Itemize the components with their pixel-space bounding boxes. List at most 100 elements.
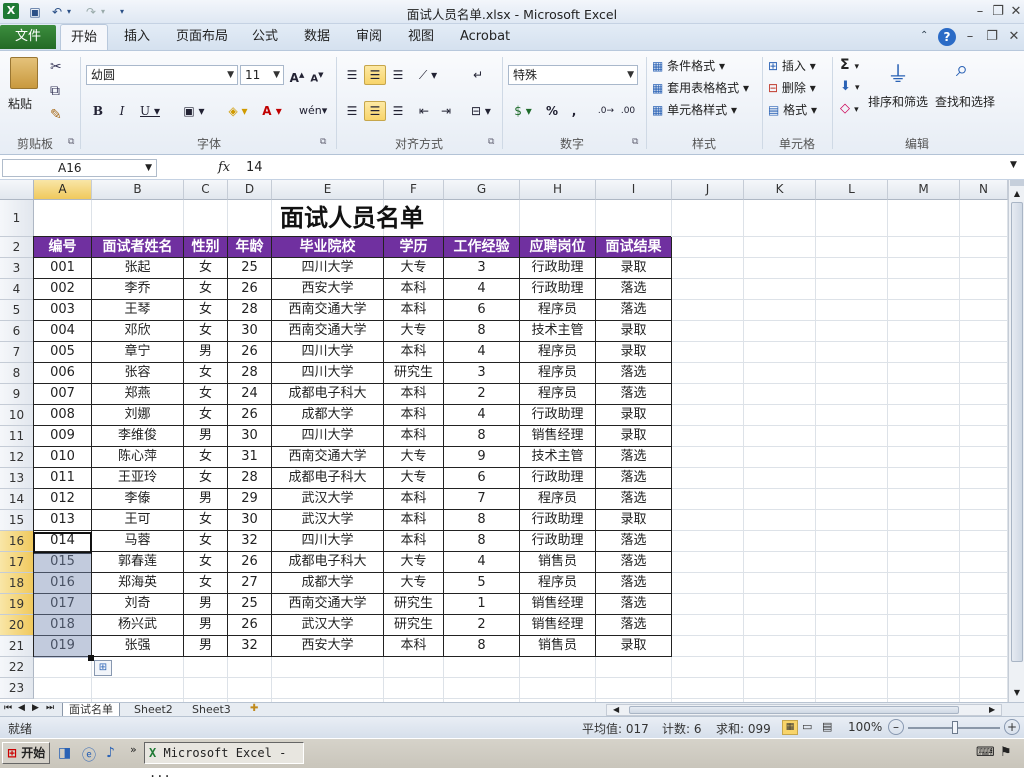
column-header-M[interactable]: M: [888, 180, 960, 200]
doc-close-icon[interactable]: ✕: [1004, 28, 1024, 46]
table-cell[interactable]: 销售员: [520, 552, 596, 573]
row-header-4[interactable]: 4: [0, 279, 34, 300]
table-cell[interactable]: 落选: [596, 615, 672, 636]
table-header-cell[interactable]: 年龄: [228, 237, 272, 258]
merge-center-button[interactable]: ⊟ ▾: [466, 101, 496, 121]
table-cell[interactable]: 李傣: [92, 489, 184, 510]
accounting-format-button[interactable]: $ ▾: [508, 101, 538, 121]
fill-color-button[interactable]: ◈ ▾: [222, 101, 254, 121]
column-header-F[interactable]: F: [384, 180, 444, 200]
column-header-D[interactable]: D: [228, 180, 272, 200]
table-cell[interactable]: 张容: [92, 363, 184, 384]
table-cell[interactable]: 销售经理: [520, 615, 596, 636]
row-header-12[interactable]: 12: [0, 447, 34, 468]
table-cell[interactable]: 4: [444, 279, 520, 300]
table-cell[interactable]: 012: [34, 489, 92, 510]
comma-button[interactable]: ,: [566, 101, 582, 121]
number-launcher-icon[interactable]: ⧉: [632, 137, 638, 147]
table-cell[interactable]: 落选: [596, 363, 672, 384]
restore-icon[interactable]: ❐: [988, 3, 1008, 21]
zoom-slider-thumb[interactable]: [952, 721, 958, 734]
table-cell[interactable]: 女: [184, 531, 228, 552]
page-break-view-icon[interactable]: ▤: [822, 720, 832, 733]
tab-file[interactable]: 文件: [0, 25, 56, 49]
clear-button[interactable]: ◇ ▾: [840, 101, 859, 116]
ie-icon[interactable]: ⓔ: [82, 745, 96, 765]
table-cell[interactable]: 行政助理: [520, 405, 596, 426]
horizontal-scrollbar[interactable]: ◀ ▶: [606, 704, 1002, 716]
column-header-J[interactable]: J: [672, 180, 744, 200]
increase-decimal-button[interactable]: .0→: [596, 101, 616, 121]
table-cell[interactable]: 郑燕: [92, 384, 184, 405]
minimize-icon[interactable]: –: [970, 3, 990, 21]
table-cell[interactable]: 男: [184, 489, 228, 510]
table-cell[interactable]: 女: [184, 300, 228, 321]
table-cell[interactable]: 2: [444, 615, 520, 636]
table-cell[interactable]: 本科: [384, 342, 444, 363]
table-cell[interactable]: 研究生: [384, 615, 444, 636]
start-button[interactable]: ⊞ 开始: [2, 742, 50, 764]
table-cell[interactable]: 本科: [384, 384, 444, 405]
table-cell[interactable]: 大专: [384, 573, 444, 594]
table-cell[interactable]: 大专: [384, 447, 444, 468]
table-cell[interactable]: 成都大学: [272, 405, 384, 426]
name-box[interactable]: A16 ▼: [2, 159, 157, 177]
table-cell[interactable]: 28: [228, 300, 272, 321]
table-cell[interactable]: 录取: [596, 342, 672, 363]
borders-button[interactable]: ▣ ▾: [178, 101, 210, 121]
table-cell[interactable]: 男: [184, 615, 228, 636]
doc-restore-icon[interactable]: ❐: [982, 28, 1002, 46]
table-cell[interactable]: 王亚玲: [92, 468, 184, 489]
fx-icon[interactable]: fx: [218, 160, 230, 175]
table-cell[interactable]: 2: [444, 384, 520, 405]
table-cell[interactable]: 西南交通大学: [272, 300, 384, 321]
table-cell[interactable]: 011: [34, 468, 92, 489]
column-header-H[interactable]: H: [520, 180, 596, 200]
table-header-cell[interactable]: 工作经验: [444, 237, 520, 258]
table-cell[interactable]: 研究生: [384, 594, 444, 615]
table-cell[interactable]: 销售员: [520, 636, 596, 657]
row-header-6[interactable]: 6: [0, 321, 34, 342]
font-name-select[interactable]: 幼圆 ▼: [86, 65, 238, 85]
table-header-cell[interactable]: 性别: [184, 237, 228, 258]
row-header-8[interactable]: 8: [0, 363, 34, 384]
table-cell[interactable]: 西安大学: [272, 636, 384, 657]
table-cell[interactable]: 程序员: [520, 573, 596, 594]
row-header-14[interactable]: 14: [0, 489, 34, 510]
table-cell[interactable]: 女: [184, 510, 228, 531]
sort-filter-button[interactable]: 排序和筛选: [868, 93, 928, 110]
row-header-16[interactable]: 16: [0, 531, 34, 552]
table-cell[interactable]: 录取: [596, 258, 672, 279]
table-cell[interactable]: 女: [184, 279, 228, 300]
row-header-21[interactable]: 21: [0, 636, 34, 657]
row-header-23[interactable]: 23: [0, 678, 34, 699]
cut-icon[interactable]: ✂: [50, 59, 62, 75]
row-header-19[interactable]: 19: [0, 594, 34, 615]
column-header-E[interactable]: E: [272, 180, 384, 200]
table-cell[interactable]: 西南交通大学: [272, 594, 384, 615]
prev-sheet-icon[interactable]: ◀: [18, 703, 25, 713]
table-cell[interactable]: 大专: [384, 321, 444, 342]
table-cell[interactable]: 刘奇: [92, 594, 184, 615]
table-cell[interactable]: 落选: [596, 279, 672, 300]
table-cell[interactable]: 8: [444, 636, 520, 657]
table-cell[interactable]: 8: [444, 426, 520, 447]
table-cell[interactable]: 本科: [384, 531, 444, 552]
table-cell[interactable]: 男: [184, 426, 228, 447]
table-header-cell[interactable]: 编号: [34, 237, 92, 258]
scroll-right-icon[interactable]: ▶: [989, 705, 995, 714]
row-header-15[interactable]: 15: [0, 510, 34, 531]
table-cell[interactable]: 26: [228, 279, 272, 300]
table-cell[interactable]: 女: [184, 573, 228, 594]
expand-formula-icon[interactable]: ▼: [1010, 160, 1017, 170]
align-right-button[interactable]: ☰: [388, 101, 408, 121]
table-cell[interactable]: 男: [184, 594, 228, 615]
column-header-N[interactable]: N: [960, 180, 1008, 200]
orientation-button[interactable]: ⟋ ▾: [414, 65, 442, 85]
percent-button[interactable]: %: [542, 101, 562, 121]
grow-font-button[interactable]: A▲: [288, 65, 306, 88]
sheet-tab-2[interactable]: Sheet2: [128, 703, 179, 717]
taskbar-excel-button[interactable]: X Microsoft Excel - ...: [144, 742, 304, 780]
table-cell[interactable]: 落选: [596, 531, 672, 552]
table-cell[interactable]: 李乔: [92, 279, 184, 300]
